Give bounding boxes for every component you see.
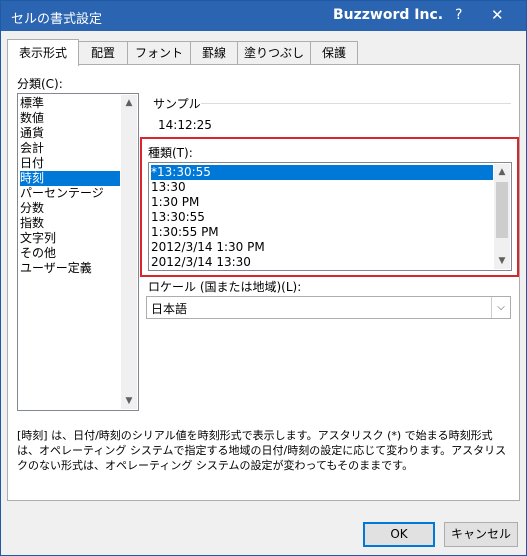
ok-button[interactable]: OK [363,522,435,547]
locale-select[interactable]: 日本語 ⌵ [146,296,511,319]
tab-fill[interactable]: 塗りつぶし [237,41,311,65]
help-icon[interactable]: ? [455,7,462,23]
tab-number[interactable]: 表示形式 [7,39,79,66]
dialog-title: セルの書式設定 [11,12,103,27]
sample-label: サンプル [153,97,201,111]
locale-value: 日本語 [151,302,188,316]
category-label: 分類(C): [17,77,63,91]
category-item[interactable]: その他 [20,246,56,261]
type-listbox[interactable]: *13:30:55 13:30 1:30 PM 13:30:55 1:30:55… [148,162,512,271]
category-listbox[interactable]: 標準 数値 通貨 会計 日付 時刻 パーセンテージ 分数 指数 文字列 その他 … [17,93,139,411]
tab-alignment[interactable]: 配置 [78,41,128,65]
type-scrollbar[interactable]: ▲ ▼ [494,164,510,269]
sample-group-line [201,103,511,104]
scroll-down-icon[interactable]: ▼ [494,253,510,269]
category-item[interactable]: 標準 [20,96,44,111]
type-item[interactable]: 13:30:55 [151,210,205,225]
category-item-selected[interactable]: 時刻 [20,171,120,186]
format-description: [時刻] は、日付/時刻のシリアル値を時刻形式で表示します。アスタリスク (*)… [17,429,507,472]
category-item[interactable]: 指数 [20,216,44,231]
type-item[interactable]: 1:30:55 PM [151,225,219,240]
type-label: 種類(T): [148,146,193,160]
scroll-thumb[interactable] [496,182,508,238]
category-item[interactable]: 文字列 [20,231,56,246]
category-item[interactable]: ユーザー定義 [20,261,92,276]
tab-font[interactable]: フォント [127,41,191,65]
type-item[interactable]: 13:30 [151,180,186,195]
type-item[interactable]: 2012/3/14 13:30 [151,255,251,270]
title-bar[interactable]: セルの書式設定 Buzzword Inc. ? ✕ [1,1,526,31]
category-item[interactable]: 会計 [20,141,44,156]
tab-border[interactable]: 罫線 [190,41,238,65]
type-item-selected[interactable]: *13:30:55 [151,165,493,180]
scroll-down-icon[interactable]: ▼ [121,393,137,409]
scroll-up-icon[interactable]: ▲ [121,95,137,111]
close-icon[interactable]: ✕ [491,6,504,24]
category-item[interactable]: 通貨 [20,126,44,141]
cancel-button[interactable]: キャンセル [444,522,518,547]
app-name: Buzzword Inc. [333,7,444,23]
chevron-down-icon[interactable]: ⌵ [491,297,510,318]
type-item[interactable]: 1:30 PM [151,195,199,210]
category-item[interactable]: 数値 [20,111,44,126]
locale-label: ロケール (国または地域)(L): [148,280,302,294]
category-item[interactable]: 日付 [20,156,44,171]
category-scrollbar[interactable]: ▲ ▼ [121,95,137,409]
category-item[interactable]: パーセンテージ [20,186,104,201]
type-item[interactable]: 2012/3/14 1:30 PM [151,240,265,255]
scroll-up-icon[interactable]: ▲ [494,164,510,180]
sample-value: 14:12:25 [158,118,212,132]
category-item[interactable]: 分数 [20,201,44,216]
format-cells-dialog: セルの書式設定 Buzzword Inc. ? ✕ 表示形式 配置 フォント 罫… [0,0,527,556]
tab-protection[interactable]: 保護 [310,41,358,65]
